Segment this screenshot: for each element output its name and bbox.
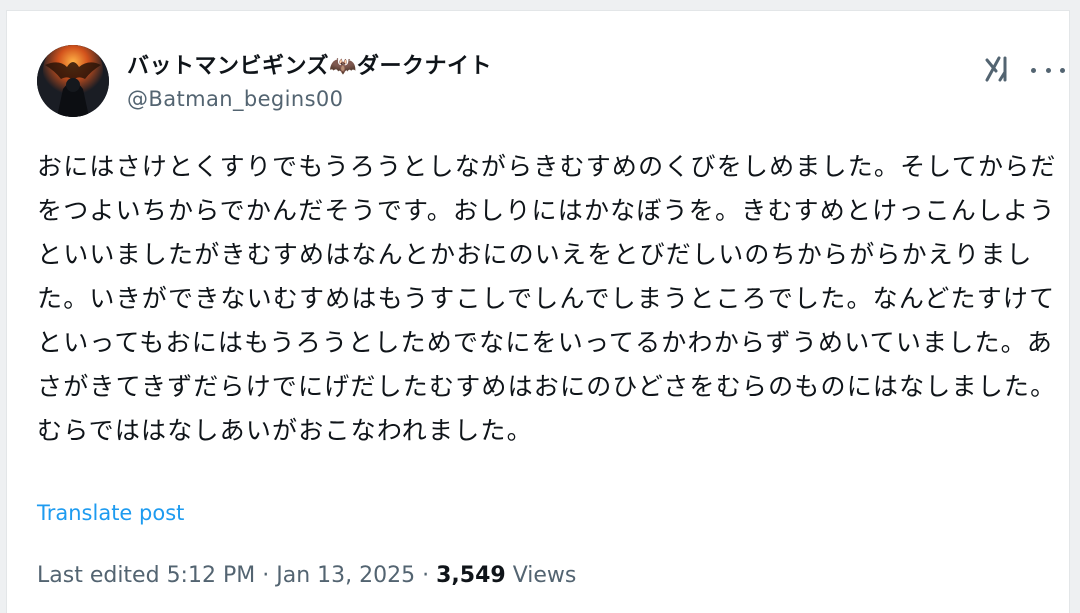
author-name-row[interactable]: バットマンビギンズ🦇ダークナイト: [127, 49, 492, 79]
translate-post-link[interactable]: Translate post: [37, 501, 184, 525]
avatar-image: [37, 45, 109, 117]
more-icon[interactable]: [1031, 59, 1065, 81]
views-label[interactable]: Views: [513, 563, 577, 588]
avatar[interactable]: [37, 45, 109, 117]
author-display-name[interactable]: バットマンビギンズ🦇ダークナイト: [127, 48, 492, 80]
post-meta: Last edited 5:12 PM · Jan 13, 2025 · 3,5…: [37, 563, 576, 588]
meta-separator: ·: [422, 563, 430, 588]
post-text: おにはさけとくすりでもうろうとしながらきむすめのくびをしめました。そしてからだを…: [37, 152, 1057, 445]
more-dot: [1031, 67, 1036, 73]
author-handle[interactable]: @Batman_begins00: [127, 87, 343, 111]
more-dot: [1060, 67, 1065, 73]
views-count[interactable]: 3,549: [436, 563, 506, 588]
post-card: バットマンビギンズ🦇ダークナイト @Batman_begins00 おにはさけと…: [6, 10, 1070, 613]
meta-separator: ·: [262, 563, 270, 588]
post-time[interactable]: 5:12 PM: [167, 563, 256, 588]
edited-label[interactable]: Last edited: [37, 563, 160, 588]
grok-icon[interactable]: [983, 53, 1017, 83]
post-date[interactable]: Jan 13, 2025: [276, 563, 415, 588]
more-dot: [1045, 67, 1051, 73]
